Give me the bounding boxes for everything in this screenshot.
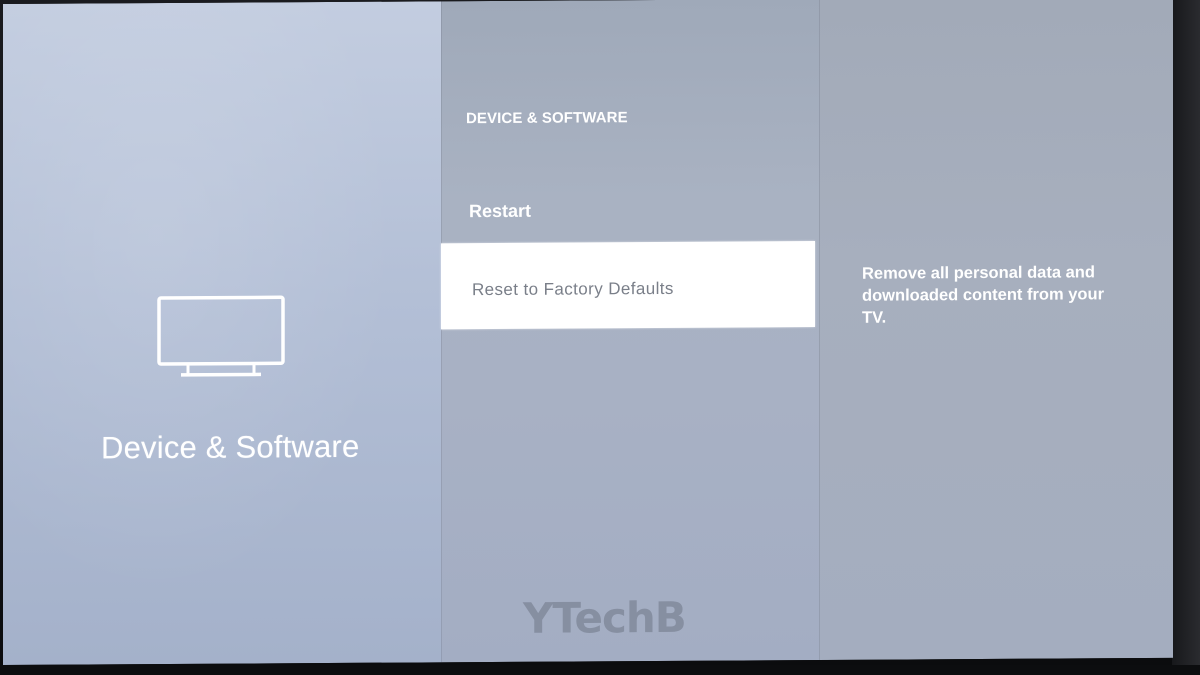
menu-item-restart[interactable]: Restart xyxy=(469,201,531,222)
section-header: DEVICE & SOFTWARE xyxy=(466,109,628,128)
menu-pane xyxy=(441,0,819,663)
tv-bezel-bottom xyxy=(0,665,1200,675)
watermark: YTechB xyxy=(523,592,686,643)
tv-bezel-right xyxy=(1172,0,1200,675)
menu-item-reset-factory-defaults[interactable]: Reset to Factory Defaults xyxy=(441,241,815,330)
menu-item-label: Reset to Factory Defaults xyxy=(472,278,674,300)
category-title: Device & Software xyxy=(101,428,360,466)
pane-divider-right xyxy=(819,0,820,661)
tv-icon xyxy=(156,294,286,381)
description-pane xyxy=(819,0,1173,661)
tv-screen: Device & Software DEVICE & SOFTWARE Rest… xyxy=(3,0,1173,665)
item-description: Remove all personal data and downloaded … xyxy=(862,263,1104,327)
pane-divider-left xyxy=(441,1,442,663)
